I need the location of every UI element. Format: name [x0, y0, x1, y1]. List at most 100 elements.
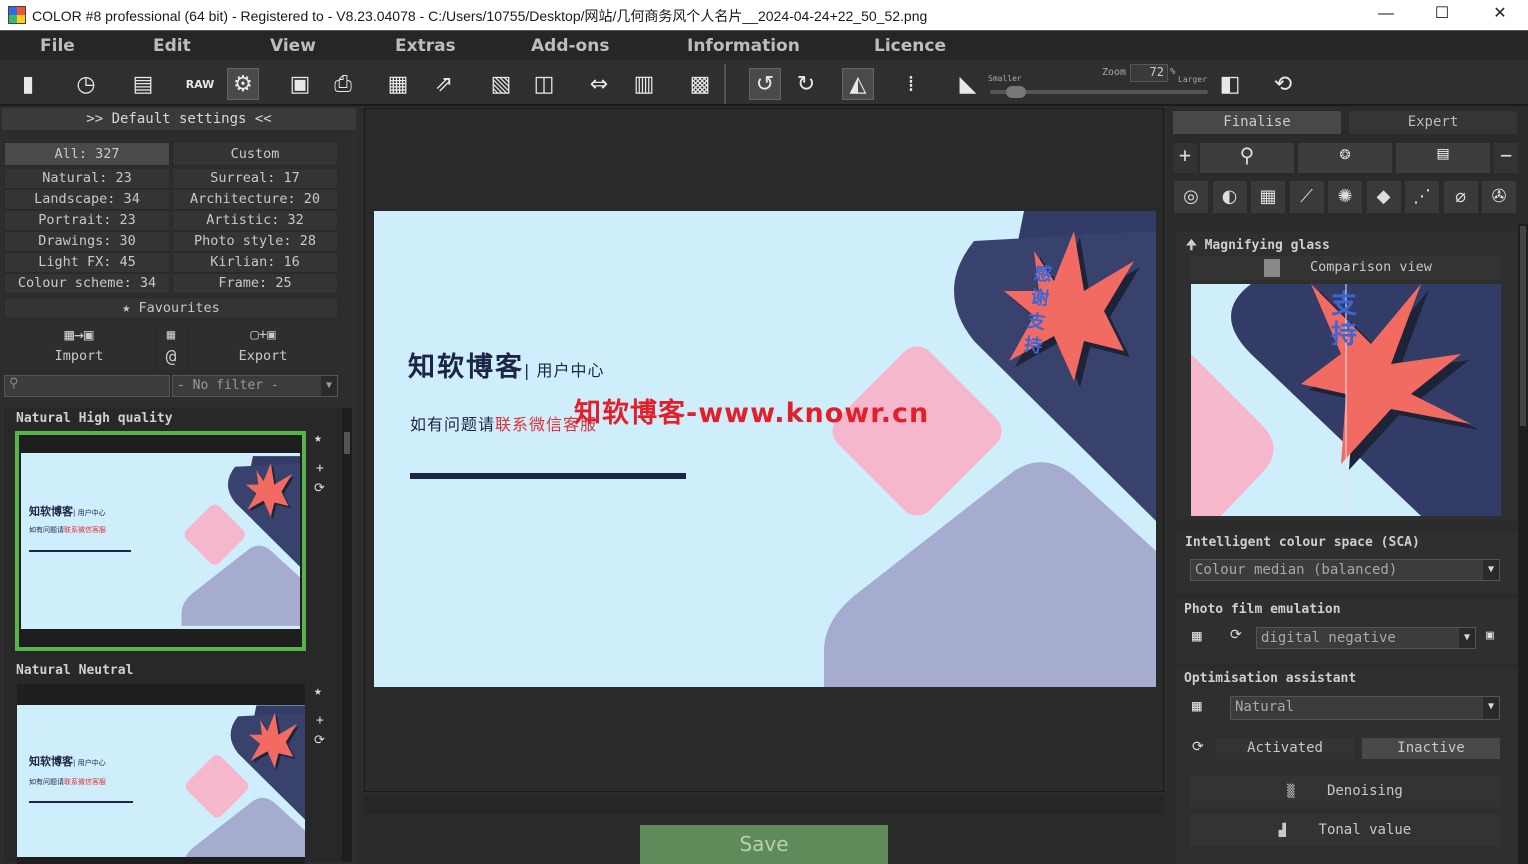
- aperture-icon[interactable]: ✇: [1482, 181, 1516, 213]
- menu-file[interactable]: File: [40, 36, 75, 56]
- search-input[interactable]: ⚲: [4, 375, 170, 397]
- add-icon[interactable]: +: [316, 461, 324, 476]
- delete-icon[interactable]: ▤: [1396, 143, 1490, 173]
- remove-panel-icon[interactable]: −: [1494, 143, 1518, 173]
- menu-addons[interactable]: Add-ons: [531, 36, 609, 56]
- fit-window-icon[interactable]: ◧: [1214, 68, 1246, 100]
- comparison-view-toggle[interactable]: Comparison view: [1190, 256, 1500, 280]
- opt-dropdown[interactable]: Natural ▼: [1230, 696, 1500, 720]
- category-5-0[interactable]: Colour scheme: 34: [4, 273, 170, 294]
- magnifier-preview[interactable]: 支持: [1191, 284, 1501, 516]
- opt-reset-icon[interactable]: ⟳: [1192, 739, 1204, 755]
- opt-grid-icon[interactable]: ▦: [1192, 696, 1202, 715]
- fit-image-icon[interactable]: ◣: [952, 68, 984, 100]
- magnifier-icon[interactable]: ⚲: [1200, 143, 1294, 173]
- history-icon[interactable]: ◷: [70, 68, 102, 100]
- category-0-1[interactable]: Surreal: 17: [172, 168, 338, 189]
- category-3-1[interactable]: Photo style: 28: [172, 231, 338, 252]
- default-settings-header[interactable]: >> Default settings <<: [2, 108, 356, 130]
- comparison-checkbox[interactable]: [1264, 259, 1280, 277]
- email-button[interactable]: ▦ @: [156, 323, 186, 371]
- favourite-star-icon-2[interactable]: ★: [314, 684, 322, 699]
- minimize-button[interactable]: —: [1358, 0, 1414, 30]
- compare-icon[interactable]: ◫: [528, 68, 560, 100]
- layout-dropdown-icon[interactable]: ▦: [382, 68, 414, 100]
- right-scrollbar-thumb[interactable]: [1520, 226, 1526, 426]
- tonal-value-button[interactable]: ▟ Tonal value: [1190, 814, 1500, 846]
- grid-overlay-icon[interactable]: ▩: [684, 68, 716, 100]
- zoom-slider-track[interactable]: [990, 86, 1208, 98]
- film-export-icon[interactable]: ▣: [1486, 628, 1494, 643]
- add-icon-2[interactable]: +: [316, 713, 324, 728]
- close-button[interactable]: ✕: [1472, 0, 1528, 30]
- noise-icon[interactable]: ▦: [1251, 181, 1285, 213]
- refresh-icon[interactable]: ⟳: [314, 481, 325, 496]
- menu-licence[interactable]: Licence: [874, 36, 946, 56]
- tab-expert[interactable]: Expert: [1349, 111, 1517, 134]
- film-grid-icon[interactable]: ▦: [1192, 626, 1202, 645]
- category-4-0[interactable]: Light FX: 45: [4, 252, 170, 273]
- film-reset-icon[interactable]: ⟳: [1230, 627, 1242, 643]
- menu-view[interactable]: View: [270, 36, 316, 56]
- category-2-0[interactable]: Portrait: 23: [4, 210, 170, 231]
- filter-custom-button[interactable]: Custom: [172, 142, 338, 166]
- export-button[interactable]: ▢+▣ Export: [188, 323, 338, 371]
- zoom-input[interactable]: 72: [1130, 64, 1168, 82]
- preview-image[interactable]: 知软博客| 用户中心 如有问题请联系微信客服 感谢支持 知软博客-www.kno…: [374, 211, 1156, 687]
- add-panel-icon[interactable]: +: [1173, 143, 1197, 173]
- denoising-button[interactable]: ▒ Denoising: [1190, 775, 1500, 807]
- rotate-right-icon[interactable]: ↻: [790, 68, 822, 100]
- preset-thumb-selected[interactable]: 知软博客| 用户中心 如有问题请联系微信客服: [15, 431, 306, 651]
- maximize-button[interactable]: ☐: [1414, 0, 1470, 30]
- category-2-1[interactable]: Artistic: 32: [172, 210, 338, 231]
- inactive-button[interactable]: Inactive: [1362, 738, 1500, 759]
- brush-icon[interactable]: ⟋: [1289, 181, 1324, 213]
- crop-dots-icon[interactable]: ⁞: [895, 68, 927, 100]
- menu-extras[interactable]: Extras: [395, 36, 456, 56]
- save-icon[interactable]: ▣: [284, 68, 316, 100]
- category-1-0[interactable]: Landscape: 34: [4, 189, 170, 210]
- favourite-star-icon[interactable]: ★: [314, 431, 322, 446]
- category-3-0[interactable]: Drawings: 30: [4, 231, 170, 252]
- network-icon[interactable]: ⋰: [1405, 181, 1439, 213]
- zoom-slider-thumb[interactable]: [1005, 86, 1026, 98]
- category-5-1[interactable]: Frame: 25: [172, 273, 338, 294]
- filter-dropdown[interactable]: - No filter - ▼: [172, 375, 338, 397]
- film-dropdown[interactable]: digital negative ▼: [1256, 627, 1476, 649]
- menu-information[interactable]: Information: [687, 36, 800, 56]
- category-0-0[interactable]: Natural: 23: [4, 168, 170, 189]
- preset-thumb-2[interactable]: 知软博客| 用户中心 如有问题请联系微信客服: [17, 684, 305, 864]
- scrollbar-thumb[interactable]: [344, 432, 350, 454]
- filter-all-button[interactable]: All: 327: [4, 142, 170, 166]
- category-4-1[interactable]: Kirlian: 16: [172, 252, 338, 273]
- film-strip-icon[interactable]: ▥: [628, 68, 660, 100]
- new-file-icon[interactable]: ▮: [12, 68, 44, 100]
- preset-list-scrollbar[interactable]: [342, 408, 352, 862]
- colour-wheel-2-icon[interactable]: ✺: [1328, 181, 1362, 213]
- prism-icon[interactable]: ◆: [1366, 181, 1401, 213]
- rotate-left-icon[interactable]: ↺: [749, 68, 781, 100]
- magnifier-title[interactable]: 🠉 Magnifying glass: [1186, 236, 1330, 258]
- print-icon[interactable]: ⎙: [327, 68, 359, 100]
- crop-icon[interactable]: ⟲: [1267, 68, 1299, 100]
- category-1-1[interactable]: Architecture: 20: [172, 189, 338, 210]
- save-button[interactable]: Save: [640, 825, 888, 864]
- colour-wheel-icon[interactable]: ❂: [1298, 143, 1392, 173]
- right-scrollbar[interactable]: [1518, 224, 1528, 864]
- contrast-icon[interactable]: ◐: [1212, 181, 1247, 213]
- split-view-icon[interactable]: ⇔: [583, 68, 615, 100]
- refresh-icon-2[interactable]: ⟳: [314, 733, 325, 748]
- mirror-icon[interactable]: ◭: [842, 68, 874, 100]
- import-button[interactable]: ▦→▣ Import: [4, 323, 154, 371]
- tab-finalise[interactable]: Finalise: [1173, 111, 1341, 134]
- sca-dropdown[interactable]: Colour median (balanced) ▼: [1190, 559, 1500, 581]
- raw-icon[interactable]: RAW: [184, 68, 216, 100]
- export-arrow-icon[interactable]: ⇗: [428, 68, 460, 100]
- activated-button[interactable]: Activated: [1216, 738, 1354, 759]
- menu-edit[interactable]: Edit: [153, 36, 191, 56]
- pipette-icon[interactable]: ⌀: [1443, 181, 1478, 213]
- favourites-button[interactable]: ★ Favourites: [4, 297, 338, 319]
- document-icon[interactable]: ▧: [485, 68, 517, 100]
- auto-correct-icon[interactable]: ◎: [1174, 181, 1208, 213]
- batch-icon[interactable]: ▤: [127, 68, 159, 100]
